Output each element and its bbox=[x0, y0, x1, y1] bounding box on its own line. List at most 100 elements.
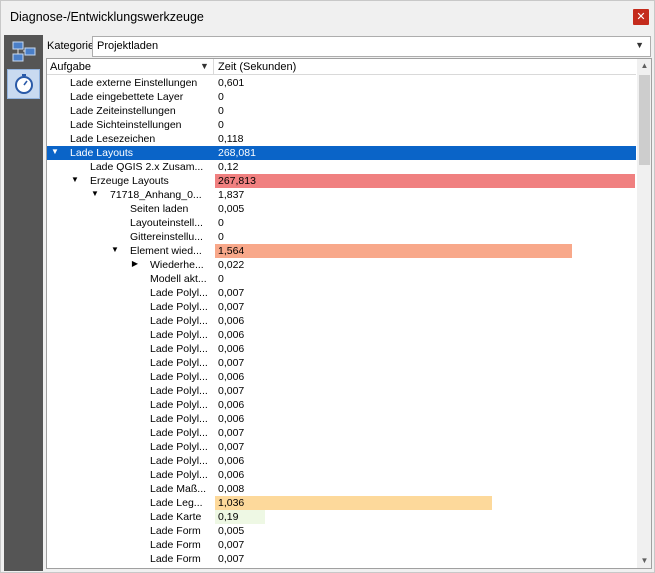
tree-row[interactable]: Lade Polyl... 0,006 bbox=[47, 412, 636, 426]
task-name: Lade Polyl... bbox=[150, 357, 208, 369]
tree-row[interactable]: Lade Polyl... 0,007 bbox=[47, 356, 636, 370]
column-header-time[interactable]: Zeit (Sekunden) bbox=[218, 61, 296, 73]
task-time: 0 bbox=[218, 217, 224, 229]
task-time: 0,006 bbox=[218, 329, 245, 341]
chevron-down-icon: ▼ bbox=[635, 40, 644, 50]
task-time: 0,005 bbox=[218, 525, 245, 537]
tree-row[interactable]: Lade Polyl... 0,007 bbox=[47, 440, 636, 454]
tree-row[interactable]: Lade Lesezeichen 0,118 bbox=[47, 132, 636, 146]
tree-header: Aufgabe ▼ Zeit (Sekunden) bbox=[47, 59, 636, 75]
tree-row[interactable]: Lade Maß... 0,008 bbox=[47, 482, 636, 496]
task-name: Lade Polyl... bbox=[150, 329, 208, 341]
scroll-thumb[interactable] bbox=[639, 75, 650, 165]
task-time: 0,006 bbox=[218, 315, 245, 327]
expand-arrow-icon[interactable]: ▼ bbox=[90, 189, 100, 198]
task-name: Element wied... bbox=[130, 245, 202, 257]
task-time: 1,837 bbox=[218, 189, 245, 201]
task-name: Lade Karte bbox=[150, 511, 202, 523]
tree-row[interactable]: ▶ Wiederhe... 0,022 bbox=[47, 258, 636, 272]
tree-row[interactable]: Lade Form 0,007 bbox=[47, 552, 636, 566]
tree-row[interactable]: Lade Polyl... 0,006 bbox=[47, 328, 636, 342]
task-name: Lade Layouts bbox=[70, 147, 134, 159]
expand-arrow-icon[interactable]: ▼ bbox=[50, 147, 60, 156]
task-time: 0,006 bbox=[218, 413, 245, 425]
task-name: Lade Polyl... bbox=[150, 287, 208, 299]
task-time: 1,564 bbox=[218, 245, 245, 257]
tree-row[interactable]: Layouteinstell... 0 bbox=[47, 216, 636, 230]
category-select[interactable]: Projektladen ▼ bbox=[92, 36, 651, 57]
tree-row[interactable]: Lade eingebettete Layer 0 bbox=[47, 90, 636, 104]
tree-row[interactable]: Lade Zeiteinstellungen 0 bbox=[47, 104, 636, 118]
close-button[interactable]: ✕ bbox=[633, 9, 649, 25]
tree-row[interactable]: Lade Sichteinstellungen 0 bbox=[47, 118, 636, 132]
task-name: Lade Polyl... bbox=[150, 385, 208, 397]
tree-row[interactable]: ▼ Erzeuge Layouts 267,813 bbox=[47, 174, 636, 188]
task-name: Layouteinstell... bbox=[130, 217, 203, 229]
tree-row[interactable]: ▼ 71718_Anhang_0... 1,837 bbox=[47, 188, 636, 202]
task-time: 0,006 bbox=[218, 343, 245, 355]
tree-row[interactable]: ▼ Element wied... 1,564 bbox=[47, 244, 636, 258]
task-name: Wiederhe... bbox=[150, 259, 204, 271]
task-name: Lade QGIS 2.x Zusam... bbox=[90, 161, 204, 173]
task-name: Lade Polyl... bbox=[150, 301, 208, 313]
task-time: 0,005 bbox=[218, 203, 245, 215]
tree-row[interactable]: Lade Polyl... 0,007 bbox=[47, 300, 636, 314]
task-time: 0 bbox=[218, 119, 224, 131]
task-name: 71718_Anhang_0... bbox=[110, 189, 202, 201]
expand-arrow-icon[interactable]: ▼ bbox=[110, 245, 120, 254]
stopwatch-icon bbox=[14, 74, 33, 94]
title-bar: Diagnose-/Entwicklungswerkzeuge ✕ bbox=[1, 1, 654, 33]
tree-row[interactable]: Lade Polyl... 0,007 bbox=[47, 426, 636, 440]
tree-row[interactable]: Lade Polyl... 0,006 bbox=[47, 370, 636, 384]
tree-row[interactable]: Lade externe Einstellungen 0,601 bbox=[47, 76, 636, 90]
tree-row[interactable]: Lade Polyl... 0,007 bbox=[47, 286, 636, 300]
task-name: Erzeuge Layouts bbox=[90, 175, 169, 187]
tree-row[interactable]: Lade Form 0,007 bbox=[47, 538, 636, 552]
tree-row[interactable]: ▼ Lade Layouts 268,081 bbox=[47, 146, 636, 160]
profiler-tree[interactable]: Aufgabe ▼ Zeit (Sekunden) Lade externe E… bbox=[46, 58, 652, 569]
task-time: 0 bbox=[218, 91, 224, 103]
tree-row[interactable]: Lade Polyl... 0,007 bbox=[47, 384, 636, 398]
task-name: Lade Lesezeichen bbox=[70, 133, 156, 145]
task-name: Lade Form bbox=[150, 539, 201, 551]
column-divider[interactable] bbox=[213, 59, 214, 75]
tree-row[interactable]: Lade Polyl... 0,006 bbox=[47, 468, 636, 482]
tree-row[interactable]: Lade Karte 0,19 bbox=[47, 510, 636, 524]
profiler-tool-button[interactable] bbox=[7, 69, 40, 99]
category-label: Kategorie bbox=[47, 40, 95, 52]
tree-row[interactable]: Gittereinstellu... 0 bbox=[47, 230, 636, 244]
task-time: 0,007 bbox=[218, 427, 245, 439]
tree-row[interactable]: Lade Polyl... 0,006 bbox=[47, 314, 636, 328]
task-time: 0,601 bbox=[218, 77, 245, 89]
tool-sidebar bbox=[4, 35, 43, 571]
time-bar bbox=[215, 244, 572, 258]
task-name: Lade Polyl... bbox=[150, 413, 208, 425]
scroll-down-icon[interactable]: ▼ bbox=[637, 554, 651, 568]
column-header-task[interactable]: Aufgabe bbox=[50, 61, 91, 73]
task-name: Lade Polyl... bbox=[150, 469, 208, 481]
expand-arrow-icon[interactable]: ▼ bbox=[70, 175, 80, 184]
collapse-arrow-icon[interactable]: ▶ bbox=[130, 259, 140, 268]
sort-indicator-icon: ▼ bbox=[200, 61, 209, 71]
task-time: 0,007 bbox=[218, 539, 245, 551]
network-icon bbox=[12, 41, 35, 62]
tree-rows: Lade externe Einstellungen 0,601 Lade eing… bbox=[47, 76, 636, 568]
tree-row[interactable]: Modell akt... 0 bbox=[47, 272, 636, 286]
tree-row[interactable]: Lade Leg... 1,036 bbox=[47, 496, 636, 510]
network-tool-button[interactable] bbox=[7, 37, 40, 67]
category-value: Projektladen bbox=[97, 40, 159, 52]
task-time: 0,007 bbox=[218, 301, 245, 313]
tree-row[interactable]: Lade QGIS 2.x Zusam... 0,12 bbox=[47, 160, 636, 174]
tree-row[interactable]: Lade Polyl... 0,006 bbox=[47, 342, 636, 356]
tree-row[interactable]: Lade Polyl... 0,006 bbox=[47, 454, 636, 468]
tree-row[interactable]: Lade Form 0,005 bbox=[47, 524, 636, 538]
task-time: 0,007 bbox=[218, 287, 245, 299]
tree-row[interactable]: Lade Polyl... 0,006 bbox=[47, 398, 636, 412]
diagnostics-window: Diagnose-/Entwicklungswerkzeuge ✕ Katego… bbox=[0, 0, 655, 573]
scroll-up-icon[interactable]: ▲ bbox=[637, 59, 651, 73]
vertical-scrollbar[interactable]: ▲ ▼ bbox=[637, 59, 651, 568]
task-name: Lade Form bbox=[150, 553, 201, 565]
task-name: Lade Polyl... bbox=[150, 441, 208, 453]
tree-row[interactable]: Seiten laden 0,005 bbox=[47, 202, 636, 216]
task-time: 0,008 bbox=[218, 483, 245, 495]
